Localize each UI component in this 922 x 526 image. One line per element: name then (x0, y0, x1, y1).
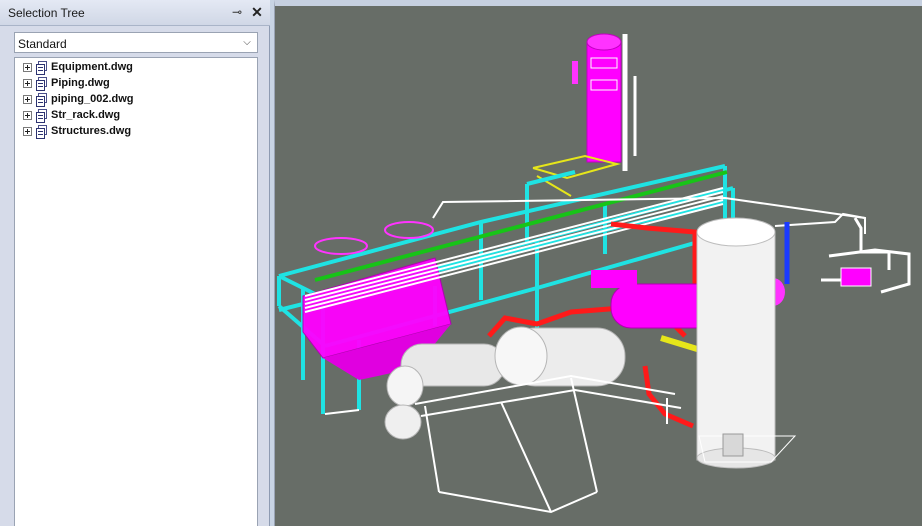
expand-icon[interactable] (23, 63, 32, 72)
3d-model-viewport[interactable] (274, 0, 922, 526)
beam-top (314, 170, 728, 282)
expand-icon[interactable] (23, 111, 32, 120)
close-icon[interactable]: ✕ (250, 4, 264, 20)
file-icon (36, 125, 47, 139)
tree-item-label: Equipment.dwg (51, 61, 133, 73)
chevron-down-icon[interactable]: ⌵ (240, 35, 254, 50)
tree-item-label: piping_002.dwg (51, 93, 134, 105)
file-icon (36, 109, 47, 123)
expand-icon[interactable] (23, 95, 32, 104)
selection-mode-value: Standard (18, 37, 67, 51)
tree-item-label: Structures.dwg (51, 125, 132, 137)
selection-tree[interactable]: Equipment.dwg Piping.dwg piping_002.dwg (14, 57, 258, 526)
vertical-vessel[interactable] (696, 217, 797, 469)
tree-item-label: Str_rack.dwg (51, 109, 121, 121)
horizontal-tank[interactable] (384, 326, 626, 440)
file-icon (36, 61, 47, 75)
panel-titlebar: Selection Tree ⊸ ✕ (0, 0, 270, 26)
pin-icon[interactable]: ⊸ (230, 5, 244, 19)
tree-item[interactable]: piping_002.dwg (23, 92, 253, 108)
selection-mode-dropdown[interactable]: Standard ⌵ (14, 32, 258, 53)
selection-tree-panel: Selection Tree ⊸ ✕ Standard ⌵ Equipment.… (0, 0, 270, 526)
tree-item-label: Piping.dwg (51, 77, 110, 89)
file-icon (36, 93, 47, 107)
tree-item[interactable]: Equipment.dwg (23, 60, 253, 76)
expand-icon[interactable] (23, 127, 32, 136)
column-vessel[interactable] (572, 33, 637, 171)
tree-item[interactable]: Structures.dwg (23, 124, 253, 140)
expand-icon[interactable] (23, 79, 32, 88)
plant-model-render[interactable] (275, 6, 922, 526)
tree-item[interactable]: Piping.dwg (23, 76, 253, 92)
panel-title: Selection Tree (8, 6, 85, 20)
file-icon (36, 77, 47, 91)
tree-item[interactable]: Str_rack.dwg (23, 108, 253, 124)
support-structure (324, 374, 682, 514)
